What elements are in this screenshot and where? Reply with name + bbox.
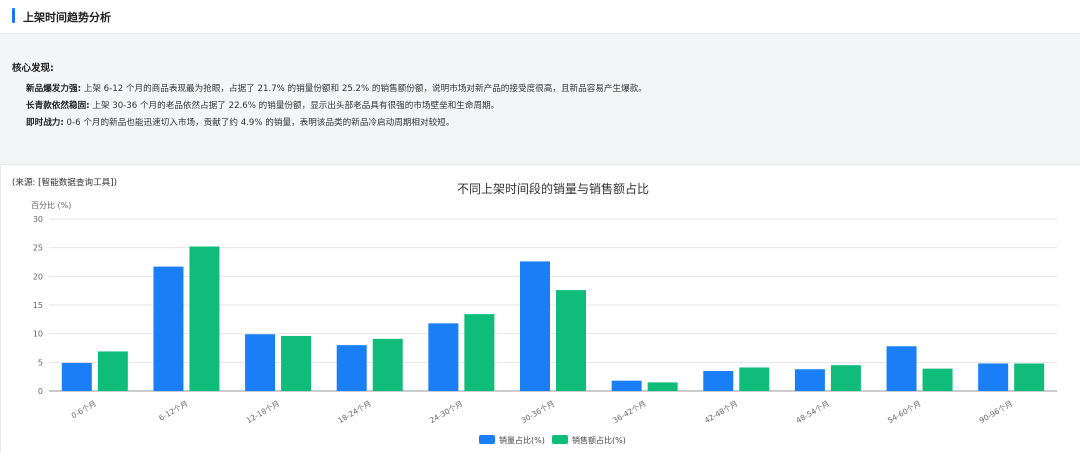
y-tick-label: 25 — [33, 244, 43, 253]
y-tick-label: 15 — [33, 301, 43, 310]
y-tick-label: 20 — [33, 272, 43, 281]
bar-sales-volume — [886, 346, 917, 391]
section-accent-bar — [12, 8, 15, 23]
y-tick-label: 0 — [38, 387, 43, 396]
insight-label: 新品爆发力强: — [26, 84, 81, 94]
bar-sales-volume — [428, 323, 459, 391]
bar-sales-volume — [153, 266, 184, 391]
x-axis-ticks: 0-6个月 6-12个月 12-18个月 18-24个月 24-30个月 30-36个月 3… — [70, 399, 1014, 425]
y-tick-label: 5 — [38, 358, 43, 367]
y-tick-label: 30 — [33, 215, 43, 224]
x-tick-label: 30-36个月 — [520, 399, 556, 425]
insight-item: 即时战力: 0-6 个月的新品也能迅速切入市场，贡献了约 4.9% 的销量，表明… — [26, 115, 647, 132]
bar-sales-volume — [520, 261, 550, 391]
bar-sales-volume — [336, 345, 367, 391]
section-title: 上架时间趋势分析 — [23, 11, 111, 24]
insight-text: 0-6 个月的新品也能迅速切入市场，贡献了约 4.9% 的销量，表明该品类的新品… — [66, 118, 455, 128]
y-axis-ticks: 0 5 10 15 20 25 30 — [33, 215, 43, 396]
insight-text: 上架 30-36 个月的老品依然占据了 22.6% 的销量份额，显示出头部老品具… — [92, 101, 500, 111]
legend-swatch — [479, 435, 495, 444]
legend-label: 销量占比(%) — [499, 435, 545, 445]
x-tick-label: 90-96个月 — [978, 399, 1014, 425]
x-tick-label: 6-12个月 — [157, 399, 189, 423]
y-axis-label: 百分比 (%) — [31, 200, 71, 210]
bar-sales-revenue — [647, 382, 678, 391]
insight-label: 即时战力: — [26, 118, 64, 128]
x-tick-label: 0-6个月 — [70, 399, 98, 420]
x-tick-label: 12-18个月 — [245, 399, 281, 425]
legend-swatch — [552, 435, 568, 444]
insights-list: 新品爆发力强: 上架 6-12 个月的商品表现最为抢眼，占据了 21.7% 的销… — [26, 81, 647, 132]
bar-sales-volume — [703, 370, 734, 391]
insights-panel: 核心发现: 新品爆发力强: 上架 6-12 个月的商品表现最为抢眼，占据了 21… — [0, 34, 1080, 188]
insight-text: 上架 6-12 个月的商品表现最为抢眼，占据了 21.7% 的销量份额和 25.… — [83, 84, 647, 94]
section-header: 上架时间趋势分析 — [0, 0, 1080, 34]
bar-sales-volume — [61, 362, 92, 391]
chart-title: 不同上架时间段的销量与销售额占比 — [457, 181, 649, 196]
bar-sales-revenue — [97, 351, 128, 391]
chart-container: 不同上架时间段的销量与销售额占比 百分比 (%) 0 5 10 15 20 25 30 0-… — [0, 165, 1080, 452]
bar-sales-volume — [794, 369, 825, 391]
x-tick-label: 36-42个月 — [611, 399, 647, 425]
insight-label: 长青款依然稳固: — [26, 101, 90, 111]
legend-item[interactable]: 销售额占比(%) — [552, 435, 626, 445]
insight-item: 长青款依然稳固: 上架 30-36 个月的老品依然占据了 22.6% 的销量份额… — [26, 98, 647, 115]
bar-sales-revenue — [372, 338, 403, 391]
bar-chart: 不同上架时间段的销量与销售额占比 百分比 (%) 0 5 10 15 20 25 30 0-… — [31, 181, 1057, 445]
x-tick-label: 24-30个月 — [428, 399, 464, 425]
legend-label: 销售额占比(%) — [572, 435, 626, 445]
insight-item: 新品爆发力强: 上架 6-12 个月的商品表现最为抢眼，占据了 21.7% 的销… — [26, 81, 647, 98]
x-tick-label: 54-60个月 — [886, 399, 922, 425]
bar-sales-revenue — [464, 314, 495, 391]
bar-sales-revenue — [189, 246, 220, 391]
x-tick-label: 48-54个月 — [795, 399, 831, 425]
bar-sales-revenue — [1014, 363, 1045, 391]
bar-sales-revenue — [739, 367, 770, 391]
bar-sales-volume — [611, 380, 642, 391]
bar-sales-revenue — [830, 365, 861, 391]
insights-heading: 核心发现: — [12, 63, 54, 74]
legend: 销量占比(%) 销售额占比(%) — [479, 435, 626, 445]
bar-sales-revenue — [281, 335, 312, 391]
bar-sales-revenue — [556, 290, 586, 391]
x-tick-label: 42-48个月 — [703, 399, 739, 425]
bars — [61, 246, 1045, 391]
y-tick-label: 10 — [33, 330, 43, 339]
bar-sales-volume — [978, 363, 1009, 391]
legend-item[interactable]: 销量占比(%) — [479, 435, 545, 445]
bar-sales-revenue — [922, 368, 953, 391]
x-tick-label: 18-24个月 — [336, 399, 372, 425]
bar-sales-volume — [245, 334, 276, 391]
